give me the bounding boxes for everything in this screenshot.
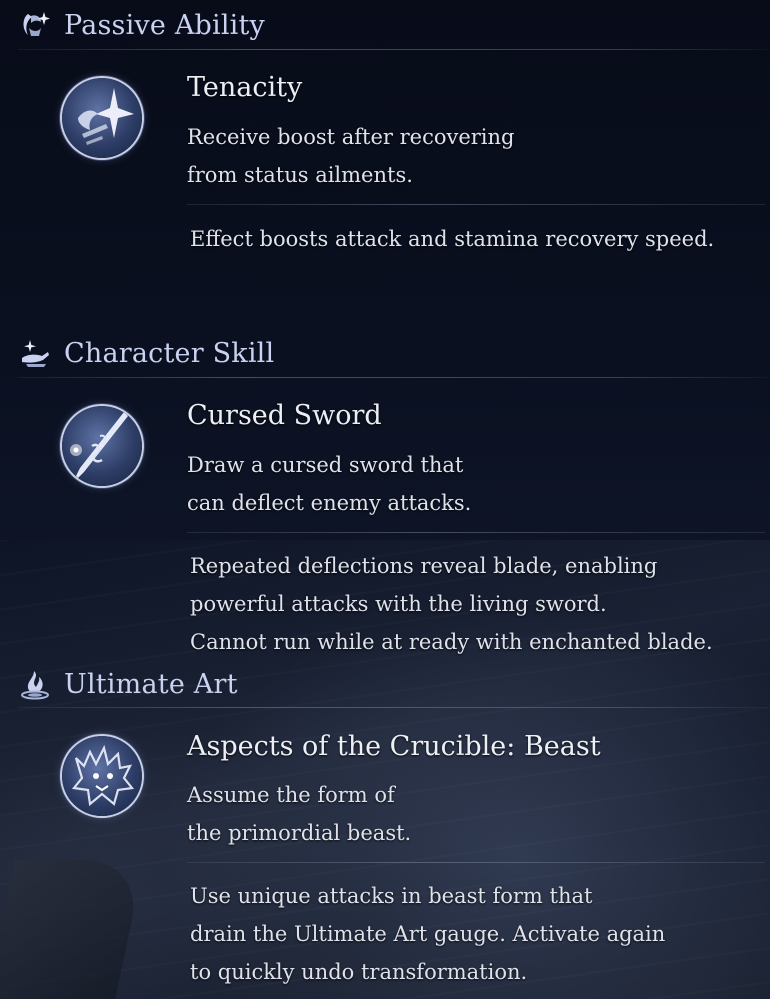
section-header: Passive Ability — [18, 5, 265, 45]
skill-name: Aspects of the Crucible: Beast — [187, 731, 601, 762]
skill-description-line: Receive boost after recovering — [187, 125, 515, 149]
tenacity-emblem-icon — [62, 78, 142, 158]
section-title: Passive Ability — [64, 9, 266, 41]
skill-description-line: Assume the form of — [187, 783, 395, 807]
skill-name: Cursed Sword — [187, 400, 382, 431]
skill-detail: Use unique attacks in beast form that dr… — [190, 877, 665, 991]
skill-detail-line: Effect boosts attack and stamina recover… — [190, 227, 715, 251]
skill-detail-line: to quickly undo transformation. — [190, 960, 528, 984]
skill-detail-line: Repeated deflections reveal blade, enabl… — [190, 554, 658, 578]
cursed-sword-emblem-icon — [62, 406, 142, 486]
section-divider — [18, 49, 768, 50]
skill-detail: Effect boosts attack and stamina recover… — [190, 220, 714, 258]
skill-detail-line: powerful attacks with the living sword. — [190, 592, 607, 616]
skill-description-line: from status ailments. — [187, 163, 413, 187]
skill-detail-line: Cannot run while at ready with enchanted… — [190, 630, 713, 654]
flame-swirl-icon — [21, 671, 49, 700]
skill-divider — [187, 862, 765, 863]
skill-description: Draw a cursed sword that can deflect ene… — [187, 446, 471, 522]
skill-description-line: Draw a cursed sword that — [187, 453, 464, 477]
section-divider — [18, 377, 768, 378]
hand-spark-icon — [22, 340, 49, 367]
section-divider — [18, 707, 768, 708]
section-title: Character Skill — [64, 337, 275, 369]
skill-divider — [187, 532, 765, 533]
skill-detail: Repeated deflections reveal blade, enabl… — [190, 547, 713, 661]
skill-name: Tenacity — [187, 72, 303, 103]
section-header: Ultimate Art — [18, 664, 238, 704]
section-title: Ultimate Art — [64, 668, 238, 700]
skill-description: Receive boost after recovering from stat… — [187, 118, 515, 194]
skill-description-line: can deflect enemy attacks. — [187, 491, 472, 515]
skill-detail-line: Use unique attacks in beast form that — [190, 884, 593, 908]
skill-divider — [187, 204, 765, 205]
skill-description-line: the primordial beast. — [187, 821, 412, 845]
section-header: Character Skill — [18, 333, 274, 373]
beast-emblem-icon — [62, 736, 142, 816]
skill-description: Assume the form of the primordial beast. — [187, 776, 411, 852]
moon-spark-icon — [23, 12, 50, 36]
skill-detail-line: drain the Ultimate Art gauge. Activate a… — [190, 922, 666, 946]
background-book-spine — [0, 860, 145, 999]
